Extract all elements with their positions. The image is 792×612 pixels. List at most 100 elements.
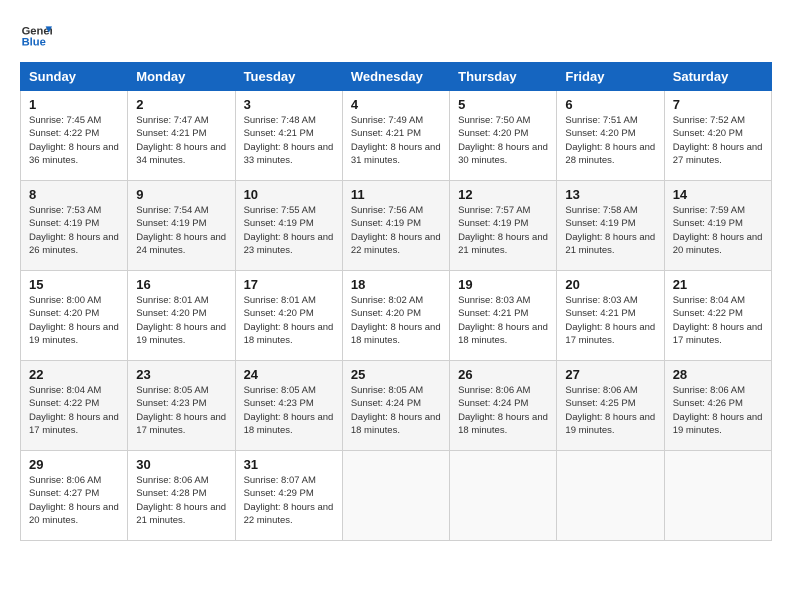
calendar-cell bbox=[557, 451, 664, 541]
day-detail: Sunrise: 8:05 AM Sunset: 4:23 PM Dayligh… bbox=[244, 384, 334, 437]
day-number: 10 bbox=[244, 187, 334, 202]
calendar-week-row: 1 Sunrise: 7:45 AM Sunset: 4:22 PM Dayli… bbox=[21, 91, 772, 181]
calendar-cell: 29 Sunrise: 8:06 AM Sunset: 4:27 PM Dayl… bbox=[21, 451, 128, 541]
calendar-cell bbox=[450, 451, 557, 541]
logo-icon: General Blue bbox=[20, 20, 52, 52]
day-detail: Sunrise: 7:51 AM Sunset: 4:20 PM Dayligh… bbox=[565, 114, 655, 167]
calendar-cell: 20 Sunrise: 8:03 AM Sunset: 4:21 PM Dayl… bbox=[557, 271, 664, 361]
calendar-table: SundayMondayTuesdayWednesdayThursdayFrid… bbox=[20, 62, 772, 541]
day-number: 5 bbox=[458, 97, 548, 112]
day-detail: Sunrise: 8:03 AM Sunset: 4:21 PM Dayligh… bbox=[458, 294, 548, 347]
calendar-cell: 28 Sunrise: 8:06 AM Sunset: 4:26 PM Dayl… bbox=[664, 361, 771, 451]
calendar-cell: 17 Sunrise: 8:01 AM Sunset: 4:20 PM Dayl… bbox=[235, 271, 342, 361]
calendar-cell: 22 Sunrise: 8:04 AM Sunset: 4:22 PM Dayl… bbox=[21, 361, 128, 451]
day-detail: Sunrise: 7:56 AM Sunset: 4:19 PM Dayligh… bbox=[351, 204, 441, 257]
calendar-cell bbox=[664, 451, 771, 541]
weekday-header: Friday bbox=[557, 63, 664, 91]
calendar-cell: 25 Sunrise: 8:05 AM Sunset: 4:24 PM Dayl… bbox=[342, 361, 449, 451]
calendar-cell: 3 Sunrise: 7:48 AM Sunset: 4:21 PM Dayli… bbox=[235, 91, 342, 181]
calendar-cell: 12 Sunrise: 7:57 AM Sunset: 4:19 PM Dayl… bbox=[450, 181, 557, 271]
day-detail: Sunrise: 7:53 AM Sunset: 4:19 PM Dayligh… bbox=[29, 204, 119, 257]
calendar-cell: 8 Sunrise: 7:53 AM Sunset: 4:19 PM Dayli… bbox=[21, 181, 128, 271]
calendar-cell: 2 Sunrise: 7:47 AM Sunset: 4:21 PM Dayli… bbox=[128, 91, 235, 181]
day-number: 14 bbox=[673, 187, 763, 202]
logo: General Blue bbox=[20, 20, 52, 52]
day-number: 1 bbox=[29, 97, 119, 112]
day-detail: Sunrise: 7:49 AM Sunset: 4:21 PM Dayligh… bbox=[351, 114, 441, 167]
day-number: 31 bbox=[244, 457, 334, 472]
day-detail: Sunrise: 8:04 AM Sunset: 4:22 PM Dayligh… bbox=[29, 384, 119, 437]
day-detail: Sunrise: 7:45 AM Sunset: 4:22 PM Dayligh… bbox=[29, 114, 119, 167]
page-header: General Blue bbox=[20, 20, 772, 52]
day-number: 9 bbox=[136, 187, 226, 202]
day-number: 17 bbox=[244, 277, 334, 292]
day-number: 21 bbox=[673, 277, 763, 292]
day-number: 11 bbox=[351, 187, 441, 202]
day-detail: Sunrise: 8:06 AM Sunset: 4:28 PM Dayligh… bbox=[136, 474, 226, 527]
day-number: 25 bbox=[351, 367, 441, 382]
day-detail: Sunrise: 7:52 AM Sunset: 4:20 PM Dayligh… bbox=[673, 114, 763, 167]
calendar-week-row: 15 Sunrise: 8:00 AM Sunset: 4:20 PM Dayl… bbox=[21, 271, 772, 361]
weekday-header: Saturday bbox=[664, 63, 771, 91]
day-number: 20 bbox=[565, 277, 655, 292]
day-detail: Sunrise: 8:05 AM Sunset: 4:24 PM Dayligh… bbox=[351, 384, 441, 437]
day-number: 2 bbox=[136, 97, 226, 112]
calendar-cell: 1 Sunrise: 7:45 AM Sunset: 4:22 PM Dayli… bbox=[21, 91, 128, 181]
calendar-week-row: 22 Sunrise: 8:04 AM Sunset: 4:22 PM Dayl… bbox=[21, 361, 772, 451]
day-number: 4 bbox=[351, 97, 441, 112]
day-detail: Sunrise: 8:05 AM Sunset: 4:23 PM Dayligh… bbox=[136, 384, 226, 437]
svg-text:Blue: Blue bbox=[22, 37, 46, 49]
weekday-header: Thursday bbox=[450, 63, 557, 91]
calendar-cell: 24 Sunrise: 8:05 AM Sunset: 4:23 PM Dayl… bbox=[235, 361, 342, 451]
day-number: 7 bbox=[673, 97, 763, 112]
calendar-week-row: 8 Sunrise: 7:53 AM Sunset: 4:19 PM Dayli… bbox=[21, 181, 772, 271]
day-number: 29 bbox=[29, 457, 119, 472]
day-number: 22 bbox=[29, 367, 119, 382]
calendar-cell: 19 Sunrise: 8:03 AM Sunset: 4:21 PM Dayl… bbox=[450, 271, 557, 361]
day-number: 27 bbox=[565, 367, 655, 382]
calendar-cell: 7 Sunrise: 7:52 AM Sunset: 4:20 PM Dayli… bbox=[664, 91, 771, 181]
calendar-cell: 30 Sunrise: 8:06 AM Sunset: 4:28 PM Dayl… bbox=[128, 451, 235, 541]
day-number: 24 bbox=[244, 367, 334, 382]
calendar-cell: 15 Sunrise: 8:00 AM Sunset: 4:20 PM Dayl… bbox=[21, 271, 128, 361]
day-detail: Sunrise: 7:58 AM Sunset: 4:19 PM Dayligh… bbox=[565, 204, 655, 257]
day-detail: Sunrise: 8:07 AM Sunset: 4:29 PM Dayligh… bbox=[244, 474, 334, 527]
day-detail: Sunrise: 8:03 AM Sunset: 4:21 PM Dayligh… bbox=[565, 294, 655, 347]
day-detail: Sunrise: 7:47 AM Sunset: 4:21 PM Dayligh… bbox=[136, 114, 226, 167]
day-number: 12 bbox=[458, 187, 548, 202]
day-number: 15 bbox=[29, 277, 119, 292]
day-number: 26 bbox=[458, 367, 548, 382]
day-number: 6 bbox=[565, 97, 655, 112]
weekday-header: Sunday bbox=[21, 63, 128, 91]
day-number: 18 bbox=[351, 277, 441, 292]
weekday-header: Wednesday bbox=[342, 63, 449, 91]
calendar-cell: 10 Sunrise: 7:55 AM Sunset: 4:19 PM Dayl… bbox=[235, 181, 342, 271]
day-number: 3 bbox=[244, 97, 334, 112]
day-detail: Sunrise: 7:54 AM Sunset: 4:19 PM Dayligh… bbox=[136, 204, 226, 257]
day-number: 30 bbox=[136, 457, 226, 472]
weekday-header: Monday bbox=[128, 63, 235, 91]
day-number: 16 bbox=[136, 277, 226, 292]
day-number: 13 bbox=[565, 187, 655, 202]
calendar-cell: 9 Sunrise: 7:54 AM Sunset: 4:19 PM Dayli… bbox=[128, 181, 235, 271]
weekday-header-row: SundayMondayTuesdayWednesdayThursdayFrid… bbox=[21, 63, 772, 91]
calendar-cell: 26 Sunrise: 8:06 AM Sunset: 4:24 PM Dayl… bbox=[450, 361, 557, 451]
day-detail: Sunrise: 7:59 AM Sunset: 4:19 PM Dayligh… bbox=[673, 204, 763, 257]
day-detail: Sunrise: 8:00 AM Sunset: 4:20 PM Dayligh… bbox=[29, 294, 119, 347]
day-detail: Sunrise: 8:04 AM Sunset: 4:22 PM Dayligh… bbox=[673, 294, 763, 347]
day-number: 28 bbox=[673, 367, 763, 382]
calendar-cell bbox=[342, 451, 449, 541]
day-number: 8 bbox=[29, 187, 119, 202]
weekday-header: Tuesday bbox=[235, 63, 342, 91]
day-number: 19 bbox=[458, 277, 548, 292]
day-detail: Sunrise: 8:06 AM Sunset: 4:25 PM Dayligh… bbox=[565, 384, 655, 437]
calendar-cell: 4 Sunrise: 7:49 AM Sunset: 4:21 PM Dayli… bbox=[342, 91, 449, 181]
calendar-cell: 23 Sunrise: 8:05 AM Sunset: 4:23 PM Dayl… bbox=[128, 361, 235, 451]
calendar-cell: 6 Sunrise: 7:51 AM Sunset: 4:20 PM Dayli… bbox=[557, 91, 664, 181]
day-detail: Sunrise: 7:48 AM Sunset: 4:21 PM Dayligh… bbox=[244, 114, 334, 167]
day-detail: Sunrise: 8:01 AM Sunset: 4:20 PM Dayligh… bbox=[244, 294, 334, 347]
calendar-cell: 5 Sunrise: 7:50 AM Sunset: 4:20 PM Dayli… bbox=[450, 91, 557, 181]
day-detail: Sunrise: 8:06 AM Sunset: 4:27 PM Dayligh… bbox=[29, 474, 119, 527]
calendar-cell: 16 Sunrise: 8:01 AM Sunset: 4:20 PM Dayl… bbox=[128, 271, 235, 361]
calendar-cell: 18 Sunrise: 8:02 AM Sunset: 4:20 PM Dayl… bbox=[342, 271, 449, 361]
